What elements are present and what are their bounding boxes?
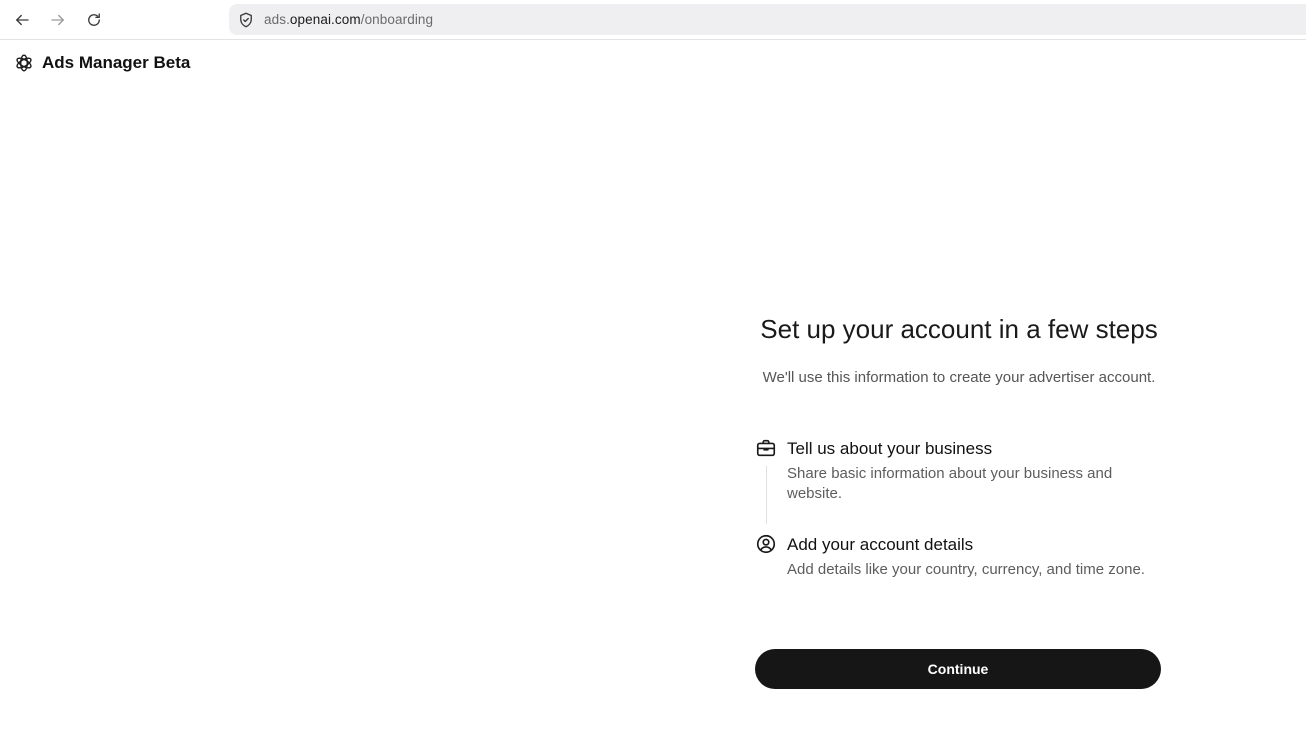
url-path: /onboarding: [360, 12, 434, 27]
app-title: Ads Manager Beta: [42, 53, 191, 72]
address-bar[interactable]: ads.openai.com/onboarding: [229, 4, 1306, 35]
step-business: Tell us about your business Share basic …: [755, 436, 1165, 524]
step-connector-line: [766, 466, 767, 524]
shield-icon[interactable]: [237, 11, 255, 29]
arrow-right-icon: [51, 14, 64, 26]
browser-toolbar: ads.openai.com/onboarding: [0, 0, 1306, 40]
user-circle-icon: [755, 533, 777, 555]
onboarding-steps: Tell us about your business Share basic …: [755, 436, 1165, 580]
back-button[interactable]: [8, 6, 36, 34]
continue-button[interactable]: Continue: [755, 649, 1161, 689]
page-subtitle: We'll use this information to create you…: [762, 369, 1156, 386]
forward-button[interactable]: [44, 6, 72, 34]
url-prefix: ads.: [264, 12, 290, 27]
step-description: Add details like your country, currency,…: [787, 561, 1145, 578]
openai-logo-icon[interactable]: [13, 52, 35, 74]
briefcase-icon: [755, 437, 777, 459]
arrow-left-icon: [16, 14, 29, 26]
onboarding-panel: Set up your account in a few steps We'll…: [735, 308, 1183, 689]
step-description: Share basic information about your busin…: [787, 465, 1113, 502]
reload-icon: [88, 13, 100, 26]
reload-button[interactable]: [80, 6, 108, 34]
step-title: Tell us about your business: [787, 439, 993, 458]
step-title: Add your account details: [787, 535, 974, 554]
step-account-details: Add your account details Add details lik…: [755, 532, 1165, 580]
page-title: Set up your account in a few steps: [760, 314, 1158, 344]
app-header: Ads Manager Beta: [13, 51, 190, 75]
url-host: openai.com: [289, 12, 361, 27]
url-text[interactable]: ads.openai.com/onboarding: [264, 12, 433, 27]
